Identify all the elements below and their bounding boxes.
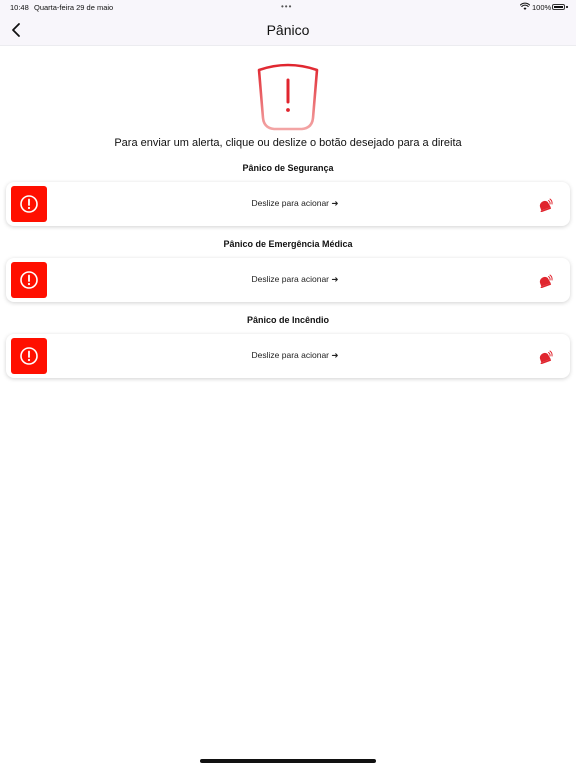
- panic-medical-title: Pânico de Emergência Médica: [223, 239, 353, 249]
- slide-to-activate-label: Deslize para acionar ➜: [251, 274, 339, 284]
- panic-fire-slider[interactable]: Deslize para acionar ➜: [6, 334, 570, 378]
- siren-icon: [539, 274, 553, 288]
- siren-icon: [539, 350, 553, 364]
- slide-to-activate-label: Deslize para acionar ➜: [251, 350, 339, 360]
- battery-percent: 100%: [532, 3, 552, 12]
- panic-security-title: Pânico de Segurança: [242, 163, 334, 173]
- status-date: Quarta-feira 29 de maio: [34, 3, 114, 12]
- multitasking-dots[interactable]: •••: [281, 2, 292, 11]
- battery-tip: [566, 6, 568, 8]
- home-indicator[interactable]: [200, 759, 376, 763]
- siren-icon: [539, 198, 553, 212]
- panic-medical-slider[interactable]: Deslize para acionar ➜: [6, 258, 570, 302]
- panic-fire-title: Pânico de Incêndio: [246, 315, 329, 325]
- shield-alert-icon: [257, 63, 319, 131]
- page-title: Pânico: [266, 22, 310, 38]
- panic-security-slider[interactable]: Deslize para acionar ➜: [6, 182, 570, 226]
- slide-to-activate-label: Deslize para acionar ➜: [251, 198, 339, 208]
- status-time: 10:48: [10, 3, 29, 12]
- status-bar: 10:48 Quarta-feira 29 de maio ••• 100%: [0, 0, 576, 14]
- battery-icon: [552, 4, 565, 10]
- instruction-text: Para enviar um alerta, clique ou deslize…: [114, 137, 462, 149]
- wifi-icon: [520, 2, 530, 10]
- nav-bar: Pânico: [0, 14, 576, 46]
